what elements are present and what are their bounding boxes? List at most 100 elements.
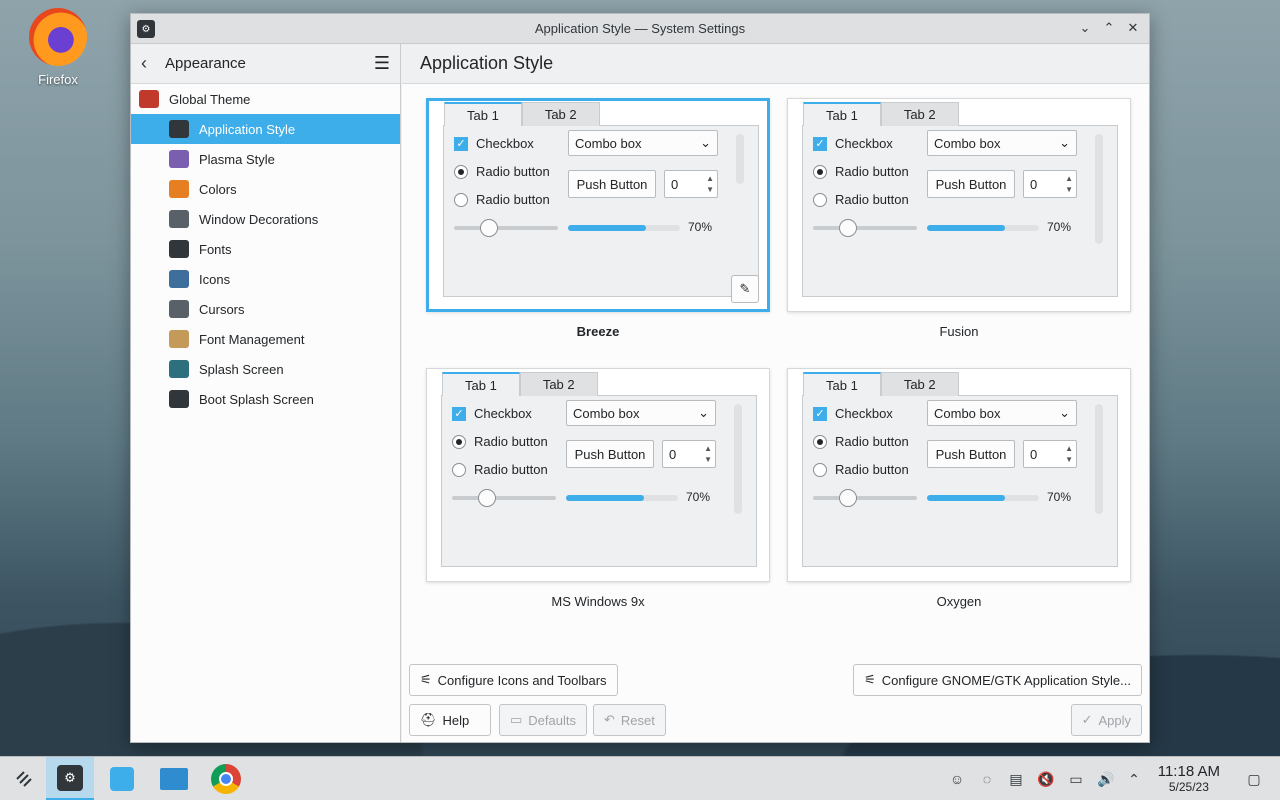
radio-selected-icon bbox=[813, 434, 827, 449]
preview-tab-2: Tab 2 bbox=[880, 102, 959, 126]
spin-value: 0 bbox=[1030, 446, 1038, 462]
preview-tab-1: Tab 1 bbox=[444, 102, 522, 126]
taskbar-system-settings[interactable]: ⚙ bbox=[46, 757, 94, 800]
preview-radio-1: Radio button bbox=[452, 434, 548, 449]
application-launcher-icon[interactable] bbox=[0, 757, 48, 800]
desktop-icon-label: Firefox bbox=[38, 72, 78, 87]
audio-icon[interactable]: 🔊 bbox=[1096, 769, 1116, 789]
help-icon: ⛑ bbox=[420, 712, 437, 727]
sidebar-item-global-theme[interactable]: Global Theme bbox=[131, 84, 400, 114]
sidebar-item-font-management[interactable]: Font Management bbox=[131, 324, 400, 354]
preview-scrollbar bbox=[734, 404, 742, 514]
reset-button[interactable]: ↶ Reset bbox=[593, 704, 666, 736]
sidebar-item-fonts[interactable]: Fonts bbox=[131, 234, 400, 264]
settings-app-icon[interactable]: ⚙ bbox=[137, 20, 155, 38]
checkbox-checked-icon: ✓ bbox=[813, 406, 827, 421]
close-icon[interactable]: ✕ bbox=[1123, 18, 1143, 38]
network-icon[interactable]: ◌ bbox=[977, 769, 997, 789]
style-preview-frame[interactable]: Tab 1 Tab 2 ✓ Checkbox Radio button Radi… bbox=[787, 368, 1131, 582]
preview-radio-1: Radio button bbox=[813, 164, 909, 179]
preview-radio-2: Radio button bbox=[452, 462, 548, 477]
taskbar: ⚙ ☺ ◌ ▤ 🔇 ▭ 🔊 ⌃ 11:18 AM 5/25/23 ▢ bbox=[0, 756, 1280, 800]
preview-push-button: Push Button bbox=[927, 170, 1015, 198]
style-preview: Tab 1 Tab 2 ✓ Checkbox Radio button Radi… bbox=[441, 372, 757, 567]
system-settings-window: ⚙ Application Style — System Settings ⌄ … bbox=[130, 13, 1150, 743]
apply-button[interactable]: ✓ Apply bbox=[1070, 704, 1142, 736]
preview-combo-box: Combo box ⌄ bbox=[927, 400, 1077, 426]
preview-spinbox: 0 ▲ ▼ bbox=[664, 170, 718, 198]
user-icon[interactable]: ☺ bbox=[947, 769, 967, 789]
slider-knob bbox=[478, 489, 496, 507]
sidebar-item-label: Plasma Style bbox=[199, 151, 275, 167]
style-card-fusion[interactable]: Tab 1 Tab 2 ✓ Checkbox Radio button Radi… bbox=[787, 98, 1131, 348]
preview-slider bbox=[454, 219, 558, 237]
folder-icon bbox=[160, 768, 188, 790]
sidebar-item-application-style[interactable]: Application Style bbox=[131, 114, 400, 144]
desktop-icon-firefox[interactable]: Firefox bbox=[22, 8, 94, 87]
radio-unselected-icon bbox=[813, 462, 827, 477]
sidebar-item-window-decorations[interactable]: Window Decorations bbox=[131, 204, 400, 234]
show-desktop-icon[interactable]: ▢ bbox=[1244, 769, 1264, 789]
preview-radio-1: Radio button bbox=[454, 164, 550, 179]
maximize-icon[interactable]: ⌃ bbox=[1099, 18, 1119, 38]
clock[interactable]: 11:18 AM 5/25/23 bbox=[1158, 763, 1220, 794]
checkbox-label: Checkbox bbox=[474, 406, 532, 421]
preview-tab-2: Tab 2 bbox=[880, 372, 959, 396]
sidebar-item-boot-splash-screen[interactable]: Boot Splash Screen bbox=[131, 384, 400, 414]
preview-checkbox: ✓ Checkbox bbox=[813, 136, 893, 151]
preview-checkbox: ✓ Checkbox bbox=[452, 406, 532, 421]
defaults-button[interactable]: ▭ Defaults bbox=[499, 704, 587, 736]
style-preview-frame[interactable]: Tab 1 Tab 2 ✓ Checkbox Radio button Radi… bbox=[787, 98, 1131, 312]
fonts-icon bbox=[169, 240, 189, 258]
style-card-ms-windows-9x[interactable]: Tab 1 Tab 2 ✓ Checkbox Radio button Radi… bbox=[426, 368, 770, 618]
taskbar-discover[interactable] bbox=[98, 757, 146, 800]
spin-arrows-icon: ▲ ▼ bbox=[1065, 174, 1073, 194]
titlebar[interactable]: ⚙ Application Style — System Settings ⌄ … bbox=[131, 14, 1149, 44]
checkbox-checked-icon: ✓ bbox=[813, 136, 827, 151]
configure-gtk-style-button[interactable]: ⚟ Configure GNOME/GTK Application Style.… bbox=[853, 664, 1142, 696]
sidebar-item-icons[interactable]: Icons bbox=[131, 264, 400, 294]
style-name: Fusion bbox=[939, 324, 979, 339]
preview-progress-bar bbox=[566, 495, 678, 501]
combo-label: Combo box bbox=[934, 405, 1001, 421]
back-icon[interactable]: ‹ bbox=[141, 53, 161, 74]
edit-style-button[interactable]: ✎ bbox=[731, 275, 759, 303]
taskbar-chrome[interactable] bbox=[202, 757, 250, 800]
checkbox-label: Checkbox bbox=[835, 406, 893, 421]
configure-icons-toolbars-button[interactable]: ⚟ Configure Icons and Toolbars bbox=[409, 664, 618, 696]
configure-icon: ⚟ bbox=[864, 672, 876, 687]
radio-label: Radio button bbox=[474, 434, 548, 449]
button-label: Help bbox=[442, 712, 470, 728]
chevron-up-icon[interactable]: ⌃ bbox=[1124, 769, 1144, 789]
checkbox-label: Checkbox bbox=[476, 136, 534, 151]
spin-arrows-icon: ▲ ▼ bbox=[1065, 444, 1073, 464]
firefox-icon bbox=[29, 8, 87, 66]
style-preview: Tab 1 Tab 2 ✓ Checkbox Radio button Radi… bbox=[802, 372, 1118, 567]
clipboard-icon[interactable]: ▤ bbox=[1006, 769, 1026, 789]
sidebar-item-plasma-style[interactable]: Plasma Style bbox=[131, 144, 400, 174]
sidebar-item-splash-screen[interactable]: Splash Screen bbox=[131, 354, 400, 384]
preview-tab-2: Tab 2 bbox=[519, 372, 598, 396]
preview-radio-2: Radio button bbox=[454, 192, 550, 207]
style-preview-frame[interactable]: Tab 1 Tab 2 ✓ Checkbox Radio button Radi… bbox=[426, 368, 770, 582]
taskbar-dolphin[interactable] bbox=[150, 757, 198, 800]
hamburger-menu-icon[interactable]: ☰ bbox=[374, 53, 390, 74]
preview-spinbox: 0 ▲ ▼ bbox=[1023, 440, 1077, 468]
preview-spinbox: 0 ▲ ▼ bbox=[662, 440, 716, 468]
sidebar-item-colors[interactable]: Colors bbox=[131, 174, 400, 204]
spin-value: 0 bbox=[1030, 176, 1038, 192]
sidebar-item-label: Cursors bbox=[199, 301, 245, 317]
minimize-icon[interactable]: ⌄ bbox=[1075, 18, 1095, 38]
help-button[interactable]: ⛑ Help bbox=[409, 704, 491, 736]
style-card-breeze[interactable]: Tab 1 Tab 2 ✓ Checkbox Radio button Radi… bbox=[426, 98, 770, 348]
sidebar-item-cursors[interactable]: Cursors bbox=[131, 294, 400, 324]
style-card-oxygen[interactable]: Tab 1 Tab 2 ✓ Checkbox Radio button Radi… bbox=[787, 368, 1131, 618]
icons-icon bbox=[169, 270, 189, 288]
style-preview-frame[interactable]: Tab 1 Tab 2 ✓ Checkbox Radio button Radi… bbox=[426, 98, 770, 312]
radio-label: Radio button bbox=[476, 192, 550, 207]
display-icon[interactable]: ▭ bbox=[1066, 769, 1086, 789]
radio-selected-icon bbox=[813, 164, 827, 179]
volume-muted-icon[interactable]: 🔇 bbox=[1036, 769, 1056, 789]
font-management-icon bbox=[169, 330, 189, 348]
preview-tab-1: Tab 1 bbox=[803, 102, 881, 126]
